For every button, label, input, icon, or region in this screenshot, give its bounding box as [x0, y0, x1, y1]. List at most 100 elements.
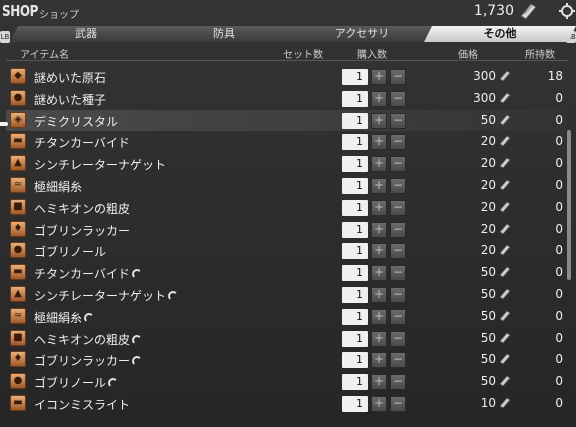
tab-weapons[interactable]: 武器 [10, 26, 162, 42]
decrease-button[interactable]: − [390, 134, 406, 151]
quantity-input[interactable]: 1 [342, 90, 368, 107]
item-row[interactable]: ≈ 極細絹糸 1 + − 50 0 [6, 306, 566, 327]
item-row[interactable]: ▲ シンチレーターナゲット 1 + − 50 0 [6, 284, 566, 305]
decrease-button[interactable]: − [390, 199, 406, 216]
window-subtitle: ショップ [39, 10, 79, 21]
increase-button[interactable]: + [371, 374, 387, 391]
increase-button[interactable]: + [371, 112, 387, 129]
tab-other[interactable]: その他 [424, 26, 576, 42]
quantity-input[interactable]: 1 [342, 112, 368, 129]
item-row[interactable]: ▬ イコンミスライト 1 + − 10 0 [6, 393, 566, 414]
quantity-input[interactable]: 1 [342, 374, 368, 391]
item-row[interactable]: ● ゴブリノール 1 + − 50 0 [6, 371, 566, 392]
decrease-button[interactable]: − [390, 352, 406, 369]
owned-count: 0 [555, 374, 563, 389]
lacquer-icon: ♦ [10, 351, 26, 368]
increase-button[interactable]: + [371, 134, 387, 151]
item-price: 50 [480, 352, 496, 367]
decrease-button[interactable]: − [390, 156, 406, 173]
decrease-button[interactable]: − [390, 265, 406, 282]
header-item-name: アイテム名 [20, 50, 69, 61]
quantity-input[interactable]: 1 [342, 178, 368, 194]
tab-accessories[interactable]: アクセサリ [286, 26, 438, 42]
increase-button[interactable]: + [371, 352, 387, 369]
quantity-input[interactable]: 1 [342, 265, 368, 282]
item-row[interactable]: ♦ ゴブリンラッカー 1 + − 20 0 [6, 219, 566, 240]
item-name-text: シンチレーターナゲット [34, 289, 167, 303]
item-price: 50 [480, 265, 496, 280]
high-quality-icon [168, 291, 179, 301]
decrease-button[interactable]: − [390, 308, 406, 325]
item-name: シンチレーターナゲット [34, 156, 166, 173]
item-row[interactable]: ▬ チタンカーバイド 1 + − 20 0 [6, 131, 566, 152]
quantity-input[interactable]: 1 [342, 308, 368, 325]
owned-count: 0 [555, 352, 563, 367]
decrease-button[interactable]: − [390, 221, 406, 238]
left-bumper-icon[interactable]: LB [0, 31, 10, 43]
quantity-input[interactable]: 1 [342, 243, 368, 260]
item-name-text: ゴブリンラッカー [34, 354, 131, 369]
decrease-button[interactable]: − [390, 374, 406, 391]
oil-icon: ● [10, 373, 26, 390]
decrease-button[interactable]: − [390, 69, 406, 85]
item-row[interactable]: ● 謎めいた種子 1 + − 300 0 [6, 88, 566, 109]
decrease-button[interactable]: − [390, 330, 406, 347]
increase-button[interactable]: + [371, 90, 387, 107]
increase-button[interactable]: + [371, 287, 387, 303]
settings-icon[interactable] [558, 2, 576, 20]
decrease-button[interactable]: − [390, 243, 406, 260]
owned-count: 0 [555, 90, 563, 105]
increase-button[interactable]: + [371, 156, 387, 173]
quantity-input[interactable]: 1 [342, 287, 368, 303]
decrease-button[interactable]: − [390, 396, 406, 412]
decrease-button[interactable]: − [390, 287, 406, 303]
item-name: ゴブリノール [34, 374, 119, 391]
increase-button[interactable]: + [371, 178, 387, 194]
decrease-button[interactable]: − [390, 112, 406, 129]
owned-count: 18 [547, 69, 563, 83]
item-row[interactable]: ◆ 謎めいた原石 1 + − 300 18 [6, 66, 566, 87]
gil-icon [499, 92, 511, 104]
tab-armor[interactable]: 防具 [148, 26, 300, 42]
item-row[interactable]: ♦ ゴブリンラッカー 1 + − 50 0 [6, 349, 566, 370]
item-row[interactable]: ≈ 極細絹糸 1 + − 20 0 [6, 175, 566, 196]
thread-icon: ≈ [10, 177, 26, 193]
stone-icon: ◆ [10, 68, 26, 84]
owned-count: 0 [555, 396, 563, 410]
item-row[interactable]: ◈ デミクリスタル 1 + − 50 0 [6, 109, 566, 131]
item-name-text: チタンカーバイド [34, 136, 130, 151]
quantity-input[interactable]: 1 [342, 69, 368, 85]
increase-button[interactable]: + [371, 308, 387, 325]
gil-icon [499, 157, 511, 169]
quantity-input[interactable]: 1 [342, 134, 368, 151]
scrollbar[interactable] [567, 130, 571, 280]
increase-button[interactable]: + [371, 330, 387, 347]
item-row[interactable]: ● ゴブリノール 1 + − 20 0 [6, 240, 566, 261]
item-price: 20 [480, 221, 496, 236]
increase-button[interactable]: + [371, 221, 387, 238]
quantity-input[interactable]: 1 [342, 156, 368, 173]
increase-button[interactable]: + [371, 243, 387, 260]
item-row[interactable]: ■ ヘミキオンの粗皮 1 + − 20 0 [6, 197, 566, 218]
increase-button[interactable]: + [371, 396, 387, 412]
owned-count: 0 [555, 199, 563, 214]
item-price: 50 [480, 308, 496, 323]
item-name-text: ヘミキオンの粗皮 [34, 201, 131, 216]
quantity-input[interactable]: 1 [342, 330, 368, 347]
item-row[interactable]: ▬ チタンカーバイド 1 + − 50 0 [6, 262, 566, 283]
increase-button[interactable]: + [371, 69, 387, 85]
nugget-icon: ▲ [10, 155, 26, 172]
quantity-input[interactable]: 1 [342, 352, 368, 369]
hide-icon: ■ [10, 329, 26, 346]
item-name: ゴブリンラッカー [34, 352, 143, 369]
decrease-button[interactable]: − [390, 178, 406, 194]
increase-button[interactable]: + [371, 265, 387, 282]
quantity-input[interactable]: 1 [342, 396, 368, 412]
increase-button[interactable]: + [371, 199, 387, 216]
decrease-button[interactable]: − [390, 90, 406, 107]
quantity-input[interactable]: 1 [342, 199, 368, 216]
gil-icon [499, 223, 511, 235]
item-row[interactable]: ▲ シンチレーターナゲット 1 + − 20 0 [6, 153, 566, 174]
quantity-input[interactable]: 1 [342, 221, 368, 238]
item-row[interactable]: ■ ヘミキオンの粗皮 1 + − 50 0 [6, 328, 566, 349]
